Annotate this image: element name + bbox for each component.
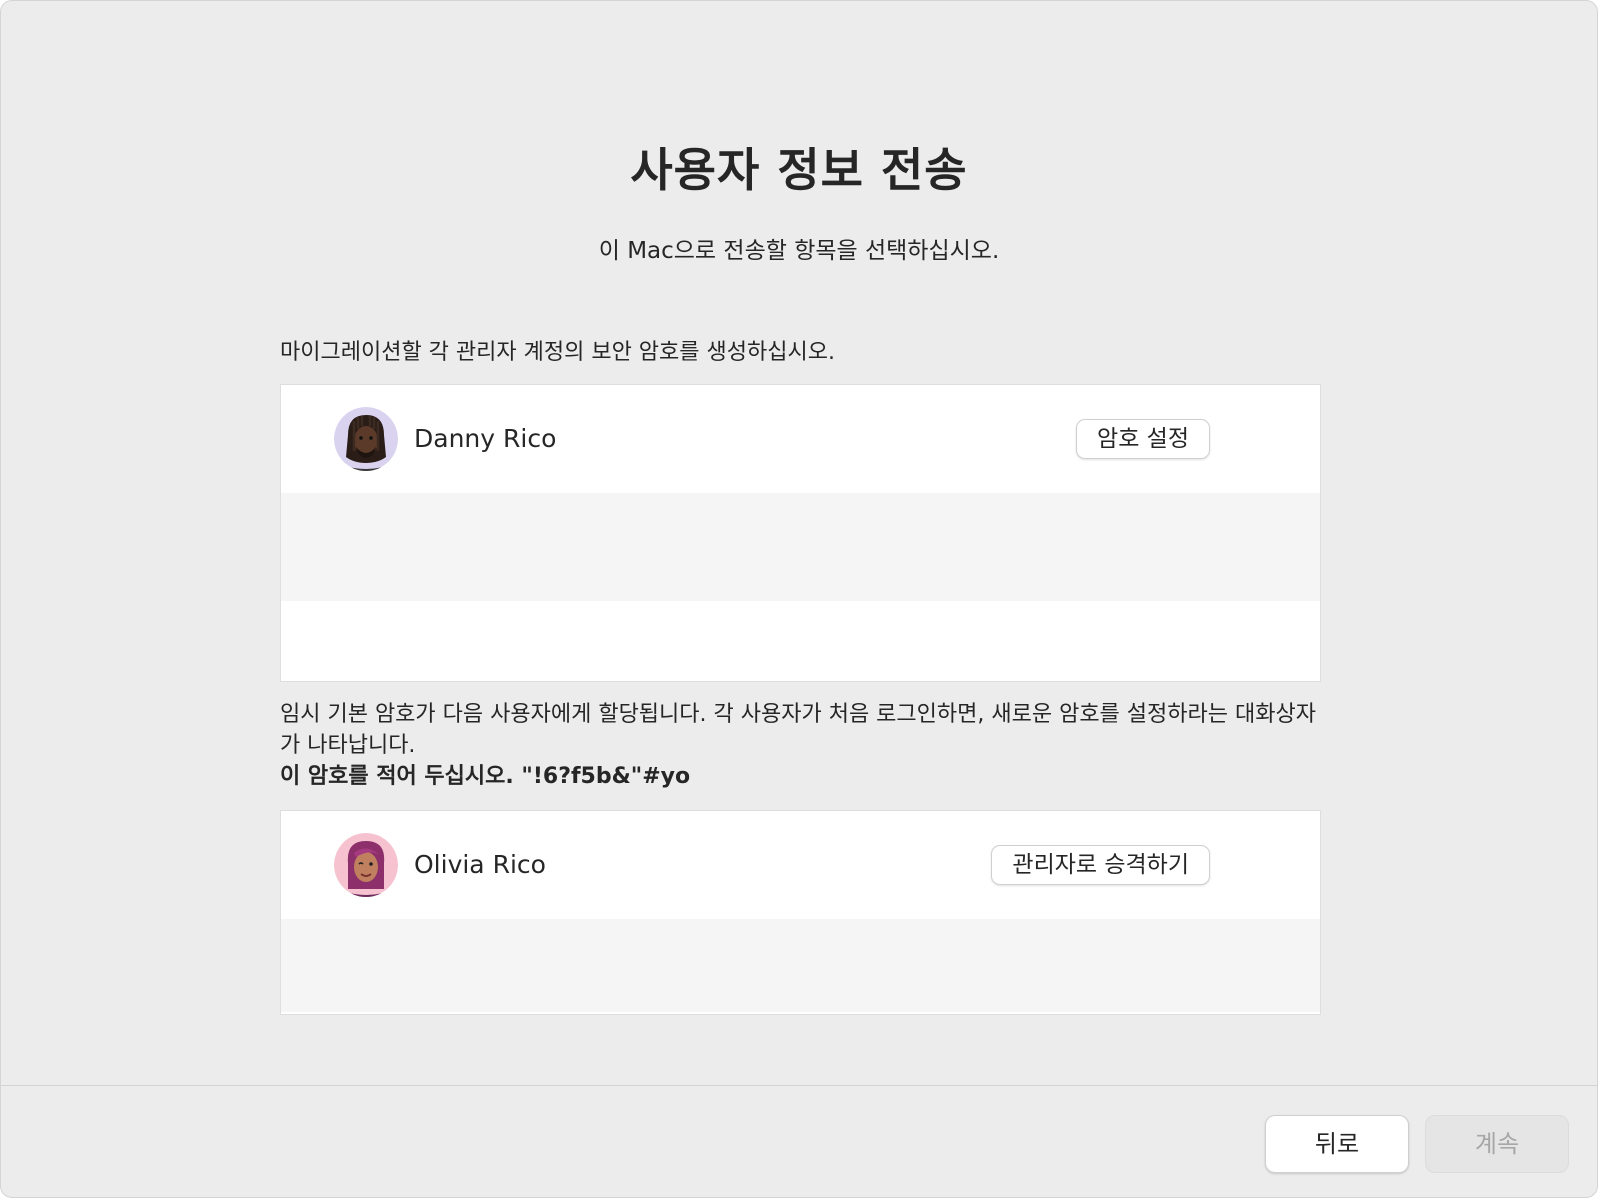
empty-list-row bbox=[281, 601, 1320, 681]
admin-users-list: Danny Rico 암호 설정 bbox=[280, 384, 1321, 682]
memoji-avatar-icon bbox=[334, 833, 398, 897]
user-row-danny-rico: Danny Rico 암호 설정 bbox=[281, 385, 1320, 493]
temporary-password-note: 이 암호를 적어 두십시오. "!6?f5b&"#yo bbox=[280, 764, 691, 789]
user-name: Olivia Rico bbox=[414, 850, 546, 879]
page-subtitle: 이 Mac으로 전송할 항목을 선택하십시오. bbox=[598, 238, 1000, 264]
standard-users-list: Olivia Rico 관리자로 승격하기 bbox=[280, 810, 1321, 1015]
set-password-button[interactable]: 암호 설정 bbox=[1076, 419, 1210, 459]
continue-button[interactable]: 계속 bbox=[1425, 1115, 1569, 1173]
promote-to-admin-button[interactable]: 관리자로 승격하기 bbox=[991, 845, 1210, 885]
memoji-avatar-icon bbox=[334, 407, 398, 471]
info-description: 임시 기본 암호가 다음 사용자에게 할당됩니다. 각 사용자가 처음 로그인하… bbox=[280, 702, 1316, 758]
migration-window: 사용자 정보 전송 이 Mac으로 전송할 항목을 선택하십시오. 마이그레이션… bbox=[0, 0, 1598, 1198]
user-name: Danny Rico bbox=[414, 424, 557, 453]
admin-section-label: 마이그레이션할 각 관리자 계정의 보안 암호를 생성하십시오. bbox=[280, 340, 835, 365]
footer-divider bbox=[1, 1085, 1597, 1086]
page-title: 사용자 정보 전송 bbox=[630, 143, 968, 197]
back-button[interactable]: 뒤로 bbox=[1265, 1115, 1409, 1173]
empty-list-row bbox=[281, 919, 1320, 1012]
user-row-olivia-rico: Olivia Rico 관리자로 승격하기 bbox=[281, 811, 1320, 919]
empty-list-row bbox=[281, 493, 1320, 601]
temporary-password-info: 임시 기본 암호가 다음 사용자에게 할당됩니다. 각 사용자가 처음 로그인하… bbox=[280, 699, 1320, 792]
